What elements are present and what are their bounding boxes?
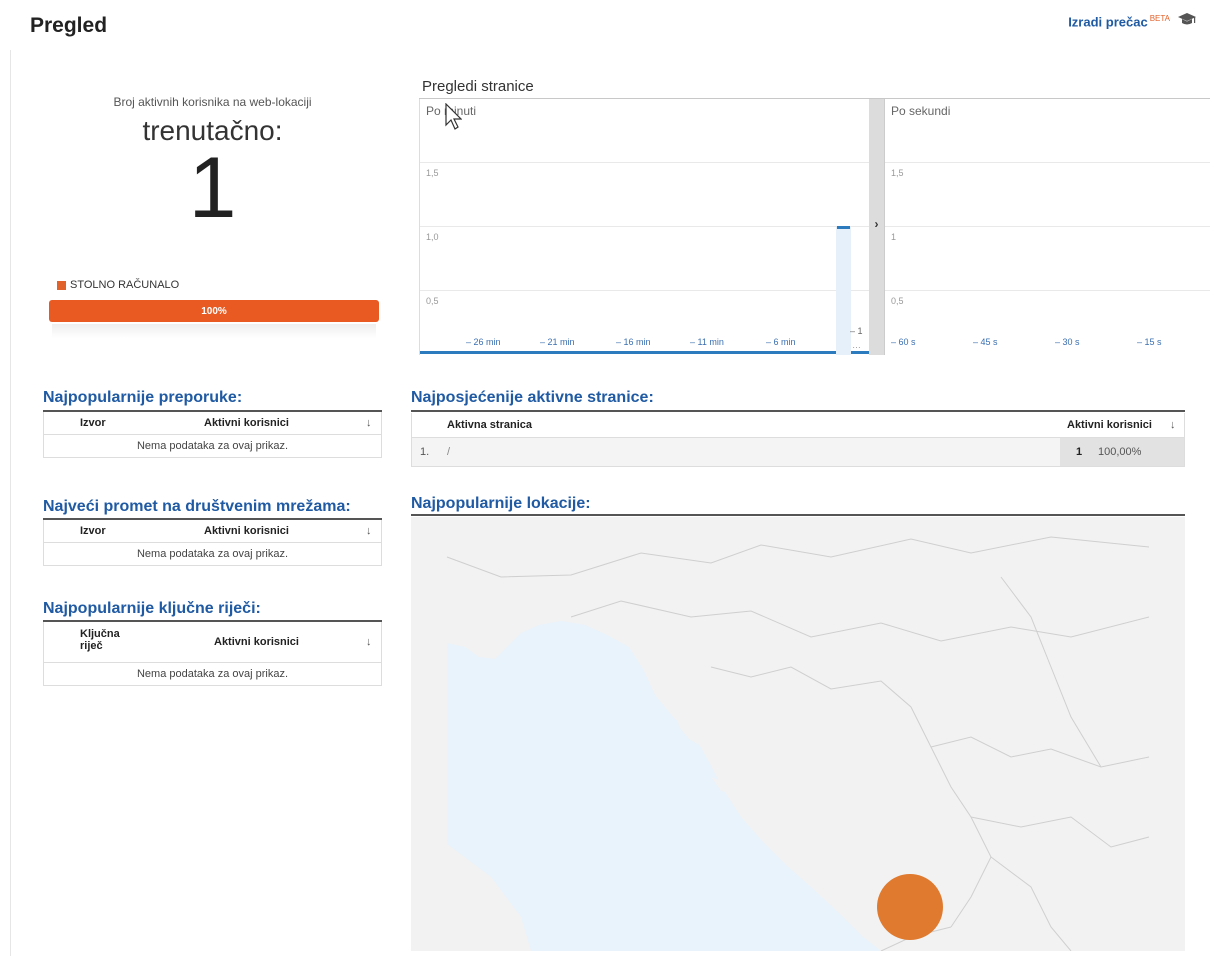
page-title: Pregled <box>30 14 108 37</box>
graduation-cap-icon[interactable] <box>1178 12 1196 26</box>
users-count: 1 <box>1076 446 1083 458</box>
device-share-bar[interactable]: 100% <box>49 300 379 322</box>
per-second-label: Po sekundi <box>891 104 951 118</box>
table-header: Aktivna stranica Aktivni korisnici ↓ <box>412 413 1184 438</box>
column-header-active-users[interactable]: Aktivni korisnici <box>1067 419 1152 431</box>
active-pages-title: Najposjećenije aktivne stranice: <box>411 389 654 406</box>
gridline <box>885 162 1210 163</box>
y-tick-label: 0,5 <box>891 296 904 306</box>
column-header-source[interactable]: Izvor <box>80 525 106 537</box>
empty-message: Nema podataka za ovaj prikaz. <box>136 440 289 452</box>
section-rule <box>411 410 1185 412</box>
map-land-east <box>1149 517 1185 951</box>
empty-message: Nema podataka za ovaj prikaz. <box>136 668 289 680</box>
table-header: Izvor Aktivni korisnici ↓ <box>44 520 381 543</box>
x-tick-label: – 6 min <box>766 337 796 347</box>
sort-arrow-icon[interactable]: ↓ <box>366 417 372 429</box>
column-header-active-users[interactable]: Aktivni korisnici <box>214 636 299 648</box>
users-percent: 100,00% <box>1098 446 1142 458</box>
y-tick-label: 1,0 <box>426 232 439 242</box>
section-rule <box>411 514 1185 516</box>
active-users-count: 1 <box>188 140 237 236</box>
keywords-table: Ključna riječ Aktivni korisnici ↓ Nema p… <box>43 622 382 686</box>
active-users-caption: Broj aktivnih korisnika na web-lokaciji <box>113 95 312 109</box>
x-tick-label: – 21 min <box>540 337 575 347</box>
table-row[interactable]: 1. / 1 100,00% <box>412 438 1184 466</box>
x-tick-label: – 26 min <box>466 337 501 347</box>
referrals-table: Izvor Aktivni korisnici ↓ Nema podataka … <box>43 412 382 458</box>
pageviews-title: Pregledi stranice <box>422 78 534 95</box>
mouse-cursor-icon <box>445 103 462 130</box>
device-legend: STOLNO RAČUNALO <box>57 279 179 291</box>
device-percent-label: 100% <box>201 305 227 317</box>
per-second-chart: Po sekundi 1,5 1 0,5 – 60 s – 45 s – 30 … <box>884 99 1210 355</box>
per-minute-chart: Po minuti 1,5 1,0 0,5 – 26 min – 21 min … <box>419 99 870 355</box>
referrals-title: Najpopularnije preporuke: <box>43 389 243 406</box>
create-shortcut-label: Izradi prečac <box>1068 14 1148 30</box>
column-header-active-users[interactable]: Aktivni korisnici <box>204 417 289 429</box>
x-tick-label: – 11 min <box>690 337 724 347</box>
current-minute-column <box>836 227 851 355</box>
page-left-border <box>10 50 11 956</box>
social-table: Izvor Aktivni korisnici ↓ Nema podataka … <box>43 520 382 566</box>
table-header: Izvor Aktivni korisnici ↓ <box>44 412 381 435</box>
y-tick-label: 1 <box>891 232 897 242</box>
y-tick-label: 0,5 <box>426 296 439 306</box>
locations-title: Najpopularnije lokacije: <box>411 495 591 512</box>
last-minute-label: – 1 <box>850 326 863 336</box>
sort-arrow-icon[interactable]: ↓ <box>366 525 372 537</box>
device-label: STOLNO RAČUNALO <box>70 279 180 291</box>
pageviews-panel: Po minuti 1,5 1,0 0,5 – 26 min – 21 min … <box>419 98 1210 355</box>
map-svg <box>411 517 1185 951</box>
page-path-link[interactable]: / <box>447 446 450 458</box>
create-shortcut-link[interactable]: Izradi prečac BETA <box>1068 14 1170 29</box>
device-swatch <box>57 280 66 290</box>
gridline <box>420 162 870 163</box>
beta-badge: BETA <box>1149 14 1170 23</box>
sort-arrow-icon[interactable]: ↓ <box>1170 419 1176 431</box>
chevron-right-icon[interactable]: › <box>870 217 883 231</box>
y-tick-label: 1,5 <box>426 168 439 178</box>
active-pages-table: Aktivna stranica Aktivni korisnici ↓ 1. … <box>411 413 1185 467</box>
gridline <box>420 226 870 227</box>
column-header-source[interactable]: Izvor <box>80 417 106 429</box>
table-header: Ključna riječ Aktivni korisnici ↓ <box>44 622 381 663</box>
gridline <box>885 290 1210 291</box>
location-marker[interactable] <box>877 874 943 940</box>
gridline <box>420 290 870 291</box>
current-minute-bar[interactable] <box>837 226 850 229</box>
chart-baseline <box>420 351 836 354</box>
x-tick-label: – 30 s <box>1055 337 1080 347</box>
column-header-keyword[interactable]: Ključna riječ <box>80 628 140 652</box>
device-share-fill: 100% <box>49 300 379 322</box>
locations-map[interactable] <box>411 517 1185 951</box>
sort-arrow-icon[interactable]: ↓ <box>366 636 372 648</box>
device-bar-shadow <box>52 324 376 338</box>
x-tick-label: – 60 s <box>891 337 916 347</box>
social-title: Najveći promet na društvenim mrežama: <box>43 498 351 515</box>
y-tick-label: 1,5 <box>891 168 904 178</box>
row-index: 1. <box>420 446 430 458</box>
x-tick-label: – 16 min <box>616 337 651 347</box>
column-header-active-page[interactable]: Aktivna stranica <box>447 419 532 431</box>
x-tick-label: – 15 s <box>1137 337 1162 347</box>
x-tick-label: – 45 s <box>973 337 998 347</box>
more-ellipsis: … <box>852 340 861 350</box>
empty-message: Nema podataka za ovaj prikaz. <box>136 548 289 560</box>
keywords-title: Najpopularnije ključne riječi: <box>43 600 261 617</box>
column-header-active-users[interactable]: Aktivni korisnici <box>204 525 289 537</box>
chart-baseline <box>851 351 869 354</box>
gridline <box>885 226 1210 227</box>
